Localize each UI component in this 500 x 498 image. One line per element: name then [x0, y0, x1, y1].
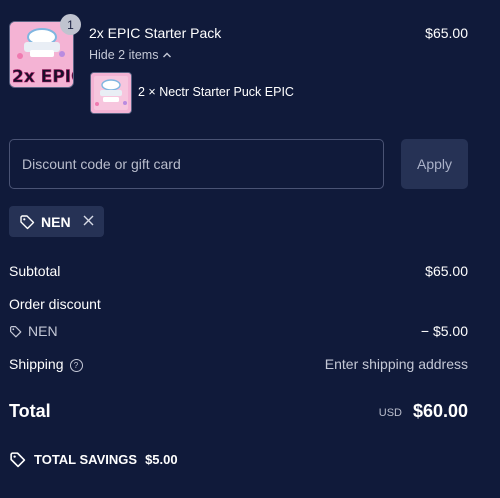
savings-label: TOTAL SAVINGS	[34, 452, 138, 467]
chevron-up-icon	[163, 52, 172, 58]
sub-item-thumbnail	[90, 72, 132, 114]
hide-items-toggle[interactable]: Hide 2 items	[89, 48, 172, 62]
applied-discount-chip: NEN	[9, 206, 104, 237]
apply-button[interactable]: Apply	[401, 139, 468, 189]
tag-icon	[10, 452, 26, 468]
total-savings: TOTAL SAVINGS $5.00	[9, 451, 178, 468]
shipping-label: Shipping	[9, 356, 64, 372]
product-price: $65.00	[425, 25, 468, 41]
shipping-row: Shipping?	[9, 356, 83, 372]
order-discount-label: Order discount	[9, 296, 101, 312]
discount-value: − $5.00	[420, 323, 468, 339]
tag-icon	[10, 325, 22, 337]
tag-icon	[20, 214, 35, 229]
total-label: Total	[9, 401, 51, 421]
close-icon	[83, 215, 94, 226]
shipping-value: Enter shipping address	[324, 356, 468, 372]
savings-value: $5.00	[145, 452, 178, 467]
currency-code: USD	[378, 407, 402, 419]
hide-items-label: Hide 2 items	[89, 48, 159, 62]
quantity-badge: 1	[60, 14, 81, 35]
total-value: $60.00	[412, 401, 468, 421]
remove-discount-button[interactable]	[83, 213, 94, 230]
subtotal-value: $65.00	[425, 263, 468, 279]
discount-code-row: NEN	[9, 323, 58, 339]
sub-item-image	[91, 73, 131, 113]
summary-discount-code: NEN	[28, 323, 58, 339]
sub-item-label: 2 × Nectr Starter Puck EPIC	[138, 85, 294, 99]
product-thumb-text: 2x EPIC	[12, 67, 73, 87]
info-icon[interactable]: ?	[69, 359, 83, 372]
applied-discount-code: NEN	[41, 213, 71, 230]
discount-code-input[interactable]	[9, 139, 384, 189]
subtotal-label: Subtotal	[9, 263, 61, 279]
product-title: 2x EPIC Starter Pack	[89, 25, 222, 41]
